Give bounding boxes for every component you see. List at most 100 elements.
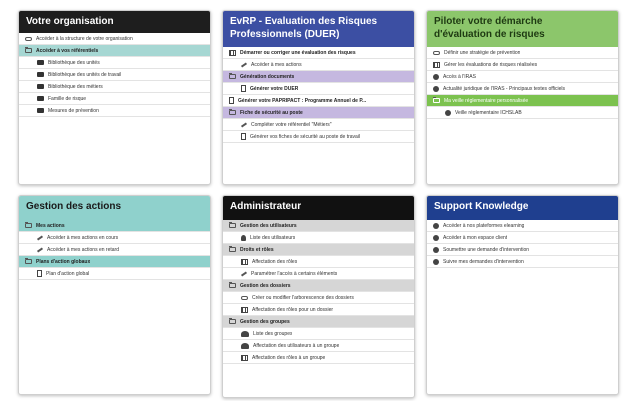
- menu-item-structure[interactable]: Accéder à la structure de votre organisa…: [19, 33, 210, 45]
- wrench-icon: [240, 61, 248, 68]
- globe-icon: [433, 85, 439, 92]
- book-icon: [37, 108, 44, 113]
- section-plans-action[interactable]: Plans d'action globaux: [19, 256, 210, 268]
- section-gestion-groupes[interactable]: Gestion des groupes: [223, 316, 414, 328]
- card-title-text: Votre organisation: [26, 16, 114, 27]
- menu-item-actions-en-retard[interactable]: Accéder à mes actions en retard: [19, 244, 210, 256]
- folder-icon: [229, 222, 236, 228]
- card-evrp: EvRP - Evaluation des Risques Profession…: [222, 10, 415, 185]
- menu-item-espace-client[interactable]: Accéder à mon espace client: [427, 232, 618, 244]
- users-icon: [241, 330, 249, 337]
- wrench-icon: [36, 246, 44, 253]
- card-gestion-actions: Gestion des actions Mes actions Accéder …: [18, 195, 211, 395]
- menu-item-affectation-roles[interactable]: Affectation des rôles: [223, 256, 414, 268]
- menu-item-actualite-juridique[interactable]: Actualité juridique de l'IRAS - Principa…: [427, 83, 618, 95]
- folder-icon: [229, 282, 236, 288]
- card-administrateur: Administrateur Gestion des utilisateurs …: [222, 195, 415, 398]
- section-veille-reglementaire[interactable]: Ma veille réglementaire personnalisée: [427, 95, 618, 107]
- menu-item-liste-groupes[interactable]: Liste des groupes: [223, 328, 414, 340]
- menu-item-arborescence-dossiers[interactable]: Créer ou modifier l'arborescence des dos…: [223, 292, 414, 304]
- card-votre-organisation: Votre organisation Accéder à la structur…: [18, 10, 211, 185]
- card-title-line-1: EvRP - Evaluation des Risques: [230, 16, 378, 27]
- menu-item-completer-referentiel[interactable]: Compléter votre référentiel "Métiers": [223, 119, 414, 131]
- card-title: EvRP - Evaluation des Risques Profession…: [223, 11, 414, 47]
- users-icon: [241, 342, 249, 349]
- menu-item-bibliotheque-unites-travail[interactable]: Bibliothèque des unités de travail: [19, 69, 210, 81]
- menu-item-demarrer-evaluation[interactable]: Démarrer ou corriger une évaluation des …: [223, 47, 414, 59]
- section-referentiels[interactable]: Accéder à vos référentiels: [19, 45, 210, 57]
- menu-item-roles-groupe[interactable]: Affectation des rôles à un groupe: [223, 352, 414, 364]
- menu-item-utilisateurs-groupe[interactable]: Affectation des utilisateurs à un groupe: [223, 340, 414, 352]
- menu-item-liste-utilisateurs[interactable]: Liste des utilisateurs: [223, 232, 414, 244]
- folder-icon: [229, 109, 236, 115]
- wrench-icon: [240, 270, 248, 277]
- book-icon: [37, 84, 44, 89]
- folder-icon: [433, 97, 440, 103]
- user-icon: [241, 234, 246, 241]
- menu-item-strategie-prevention[interactable]: Définir une stratégie de prévention: [427, 47, 618, 59]
- globe-icon: [433, 246, 439, 253]
- wrench-icon: [36, 234, 44, 241]
- menu-item-mesures-prevention[interactable]: Mesures de prévention: [19, 105, 210, 117]
- menu-item-famille-risque[interactable]: Famille de risque: [19, 93, 210, 105]
- section-fiche-securite[interactable]: Fiche de sécurité au poste: [223, 107, 414, 119]
- section-gestion-utilisateurs[interactable]: Gestion des utilisateurs: [223, 220, 414, 232]
- section-mes-actions[interactable]: Mes actions: [19, 220, 210, 232]
- menu-item-actions-en-cours[interactable]: Accéder à mes actions en cours: [19, 232, 210, 244]
- card-title: Support Knowledge: [427, 196, 618, 220]
- section-droits-roles[interactable]: Droits et rôles: [223, 244, 414, 256]
- grid-icon: [241, 258, 248, 265]
- document-icon: [37, 270, 42, 277]
- link-icon: [25, 36, 32, 41]
- card-title-line-1: Piloter votre démarche: [434, 16, 543, 27]
- grid-icon: [433, 61, 440, 68]
- card-title-line-2: Professionnels (DUER): [230, 29, 340, 40]
- globe-icon: [433, 222, 439, 229]
- folder-icon: [229, 73, 236, 79]
- menu-item-generer-papripact[interactable]: Générer votre PAPRIPACT : Programme Annu…: [223, 95, 414, 107]
- book-icon: [37, 72, 44, 77]
- folder-icon: [25, 258, 32, 264]
- grid-icon: [241, 354, 248, 361]
- book-icon: [37, 96, 44, 101]
- document-icon: [241, 133, 246, 140]
- card-title-text: Administrateur: [230, 201, 302, 212]
- card-title-text: Support Knowledge: [434, 201, 529, 212]
- menu-item-parametrer-acces[interactable]: Paramétrer l'accès à certains éléments: [223, 268, 414, 280]
- menu-item-gerer-evaluations[interactable]: Gérer les évaluations de risques réalisé…: [427, 59, 618, 71]
- folder-icon: [229, 318, 236, 324]
- wrench-icon: [240, 121, 248, 128]
- section-gestion-dossiers[interactable]: Gestion des dossiers: [223, 280, 414, 292]
- menu-item-bibliotheque-unites[interactable]: Bibliothèque des unités: [19, 57, 210, 69]
- card-title: Votre organisation: [19, 11, 210, 33]
- section-generation-documents[interactable]: Génération documents: [223, 71, 414, 83]
- grid-icon: [241, 306, 248, 313]
- globe-icon: [445, 109, 451, 116]
- menu-item-bibliotheque-metiers[interactable]: Bibliothèque des métiers: [19, 81, 210, 93]
- menu-item-generer-duer[interactable]: Générer votre DUER: [223, 83, 414, 95]
- menu-item-mes-actions[interactable]: Accéder à mes actions: [223, 59, 414, 71]
- card-title-line-2: d'évaluation de risques: [434, 29, 545, 40]
- card-title: Gestion des actions: [19, 196, 210, 220]
- folder-icon: [229, 246, 236, 252]
- menu-item-veille-ichslab[interactable]: Veille réglementaire ICHSLAB: [427, 107, 618, 119]
- menu-item-acces-iras[interactable]: Accès à l'IRAS: [427, 71, 618, 83]
- document-icon: [229, 97, 234, 104]
- card-title: Administrateur: [223, 196, 414, 220]
- document-icon: [241, 85, 246, 92]
- menu-item-suivre-demandes[interactable]: Suivre mes demandes d'intervention: [427, 256, 618, 268]
- link-icon: [433, 50, 440, 55]
- menu-item-plan-action-global[interactable]: Plan d'action global: [19, 268, 210, 280]
- menu-item-generer-fiches[interactable]: Générer vos fiches de sécurité au poste …: [223, 131, 414, 143]
- card-piloter-demarche: Piloter votre démarche d'évaluation de r…: [426, 10, 619, 185]
- menu-item-demande-intervention[interactable]: Soumettre une demande d'intervention: [427, 244, 618, 256]
- menu-item-elearning[interactable]: Accéder à nos plateformes elearning: [427, 220, 618, 232]
- globe-icon: [433, 234, 439, 241]
- folder-icon: [25, 47, 32, 53]
- link-icon: [241, 295, 248, 300]
- menu-item-roles-dossier[interactable]: Affectation des rôles pour un dossier: [223, 304, 414, 316]
- grid-icon: [229, 49, 236, 56]
- globe-icon: [433, 258, 439, 265]
- card-title: Piloter votre démarche d'évaluation de r…: [427, 11, 618, 47]
- card-title-text: Gestion des actions: [26, 201, 122, 212]
